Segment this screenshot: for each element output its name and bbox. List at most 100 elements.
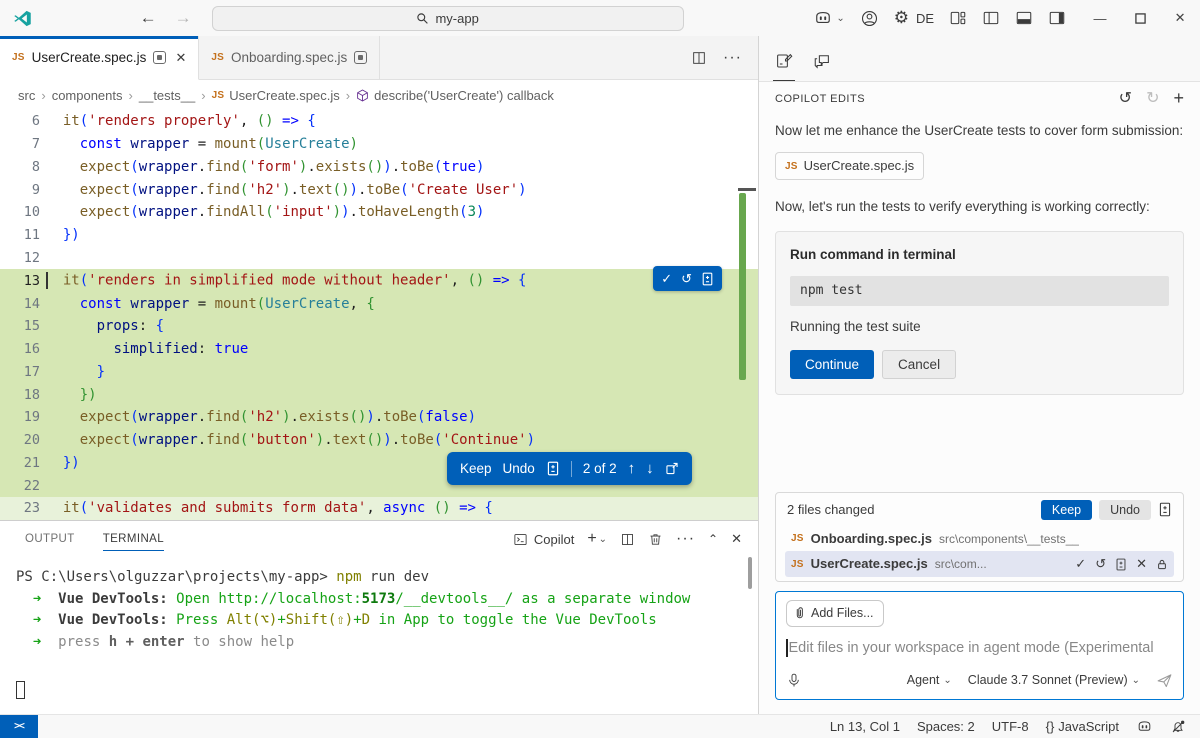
add-files-button[interactable]: Add Files...	[786, 600, 884, 627]
scrollbar-thumb[interactable]	[738, 188, 756, 191]
panel-tab-terminal[interactable]: TERMINAL	[103, 521, 164, 557]
nav-back-button[interactable]: ←	[140, 8, 157, 28]
tab-label: Onboarding.spec.js	[231, 50, 347, 65]
mode-dropdown[interactable]: Agent⌄	[907, 671, 952, 690]
breadcrumb-src[interactable]: src	[18, 88, 35, 103]
continue-button[interactable]: Continue	[790, 350, 874, 379]
language-mode[interactable]: {} JavaScript	[1046, 719, 1119, 734]
terminal-output[interactable]: PS C:\Users\olguzzar\projects\my-app> np…	[0, 557, 758, 714]
command-center-search[interactable]: my-app	[212, 6, 684, 31]
breadcrumb-components[interactable]: components	[52, 88, 123, 103]
breadcrumb-symbol[interactable]: describe('UserCreate') callback	[356, 88, 554, 103]
accept-change-icon[interactable]: ✓	[661, 271, 672, 287]
code-line-8[interactable]: 8 expect(wrapper.find('form').exists()).…	[0, 156, 758, 179]
minimize-button[interactable]: —	[1080, 0, 1120, 36]
discard-change-icon[interactable]: ↺	[681, 271, 692, 287]
changed-file-row[interactable]: JS Onboarding.spec.js src\components\__t…	[785, 526, 1174, 552]
cancel-button[interactable]: Cancel	[882, 350, 956, 379]
code-line-14[interactable]: 14 const wrapper = mount(UserCreate, {	[0, 292, 758, 315]
undo-button[interactable]: Undo	[503, 461, 535, 476]
remove-file-icon[interactable]: ✕	[1136, 554, 1147, 574]
encoding-setting[interactable]: UTF-8	[992, 719, 1029, 734]
chat-tab[interactable]	[813, 52, 831, 81]
redo-edits-icon[interactable]: ↻	[1146, 88, 1159, 109]
code-line-11[interactable]: 11 })	[0, 224, 758, 247]
code-line-18[interactable]: 18 })	[0, 383, 758, 406]
toggle-secondary-sidebar-icon[interactable]	[1048, 9, 1066, 27]
send-icon[interactable]	[1156, 672, 1173, 689]
toggle-panel-icon[interactable]	[1015, 9, 1033, 27]
text-cursor	[786, 639, 788, 657]
tab-usercreate-spec[interactable]: JS UserCreate.spec.js ✕	[0, 36, 199, 80]
diff-file-icon[interactable]	[1115, 558, 1127, 571]
copilot-edits-tab[interactable]	[775, 52, 793, 81]
new-session-icon[interactable]: +	[1173, 88, 1184, 109]
toggle-sidebar-icon[interactable]	[982, 9, 1000, 27]
file-chip[interactable]: JS UserCreate.spec.js	[775, 152, 924, 180]
modified-indicator-icon[interactable]	[153, 51, 166, 64]
close-window-button[interactable]: ✕	[1160, 0, 1200, 36]
copilot-menu-button[interactable]: ⌄	[813, 8, 844, 28]
customize-layout-icon[interactable]	[949, 9, 967, 27]
code-line-9[interactable]: 9 expect(wrapper.find('h2').text()).toBe…	[0, 178, 758, 201]
split-editor-icon[interactable]	[691, 50, 707, 66]
modified-indicator-icon[interactable]	[354, 51, 367, 64]
view-all-edits-icon[interactable]	[1158, 502, 1172, 517]
nav-forward-button[interactable]: →	[175, 8, 192, 28]
chat-input-box[interactable]: Add Files... Edit files in your workspac…	[775, 591, 1184, 700]
more-actions-icon[interactable]: ···	[676, 530, 695, 548]
code-editor[interactable]: 6 it('renders properly', () => {7 const …	[0, 110, 758, 520]
undo-file-icon[interactable]: ↺	[1095, 554, 1106, 574]
maximize-panel-icon[interactable]: ⌃	[708, 532, 718, 546]
next-change-icon[interactable]: ↓	[646, 460, 654, 477]
code-line-13[interactable]: 13 it('renders in simplified mode withou…	[0, 269, 758, 292]
code-line-20[interactable]: 20 expect(wrapper.find('button').text())…	[0, 429, 758, 452]
settings-gear-icon[interactable]: ⚙	[894, 8, 909, 28]
copilot-status-icon[interactable]	[1136, 718, 1153, 735]
profile-badge[interactable]: DE	[916, 11, 934, 26]
model-dropdown[interactable]: Claude 3.7 Sonnet (Preview)⌄	[968, 671, 1140, 690]
diff-file-icon[interactable]	[546, 461, 560, 476]
breadcrumb-file[interactable]: JS UserCreate.spec.js	[212, 88, 340, 103]
panel-tab-output[interactable]: OUTPUT	[25, 521, 75, 557]
maximize-button[interactable]	[1120, 0, 1160, 36]
breadcrumb-tests[interactable]: __tests__	[139, 88, 195, 103]
lock-icon[interactable]	[1156, 558, 1168, 571]
code-line-15[interactable]: 15 props: {	[0, 315, 758, 338]
code-line-10[interactable]: 10 expect(wrapper.findAll('input')).toHa…	[0, 201, 758, 224]
cursor-position[interactable]: Ln 13, Col 1	[830, 719, 900, 734]
kill-terminal-icon[interactable]	[648, 532, 663, 547]
previous-change-icon[interactable]: ↑	[628, 460, 636, 477]
split-terminal-icon[interactable]	[620, 532, 635, 547]
new-terminal-button[interactable]: +⌄	[587, 530, 607, 548]
line-number: 16	[0, 341, 40, 357]
code-line-19[interactable]: 19 expect(wrapper.find('h2').exists()).t…	[0, 406, 758, 429]
line-number: 13	[0, 273, 40, 289]
changed-file-row[interactable]: JS UserCreate.spec.js src\com... ✓ ↺ ✕	[785, 551, 1174, 577]
undo-all-button[interactable]: Undo	[1099, 500, 1151, 520]
terminal-scrollbar[interactable]	[748, 557, 752, 589]
undo-edits-icon[interactable]: ↺	[1119, 88, 1132, 109]
remote-indicator-button[interactable]: ><	[0, 715, 38, 738]
code-line-16[interactable]: 16 simplified: true	[0, 338, 758, 361]
close-tab-icon[interactable]: ✕	[175, 50, 186, 66]
close-panel-icon[interactable]: ✕	[731, 531, 742, 547]
diff-file-icon[interactable]	[701, 272, 714, 286]
more-actions-icon[interactable]: ···	[723, 49, 742, 67]
tab-onboarding-spec[interactable]: JS Onboarding.spec.js	[199, 36, 380, 79]
keep-button[interactable]: Keep	[460, 461, 492, 476]
launch-profile-button[interactable]: Copilot	[513, 532, 574, 547]
microphone-icon[interactable]	[786, 672, 802, 689]
open-diff-icon[interactable]	[665, 461, 679, 476]
line-number: 17	[0, 364, 40, 380]
code-line-6[interactable]: 6 it('renders properly', () => {	[0, 110, 758, 133]
notifications-bell-icon[interactable]	[1170, 719, 1186, 735]
code-line-23[interactable]: 23 it('validates and submits form data',…	[0, 497, 758, 520]
code-line-7[interactable]: 7 const wrapper = mount(UserCreate)	[0, 133, 758, 156]
indentation-setting[interactable]: Spaces: 2	[917, 719, 975, 734]
keep-file-icon[interactable]: ✓	[1075, 554, 1086, 574]
account-icon[interactable]	[860, 9, 879, 28]
code-line-17[interactable]: 17 }	[0, 360, 758, 383]
keep-all-button[interactable]: Keep	[1041, 500, 1092, 520]
code-line-12[interactable]: 12	[0, 247, 758, 270]
